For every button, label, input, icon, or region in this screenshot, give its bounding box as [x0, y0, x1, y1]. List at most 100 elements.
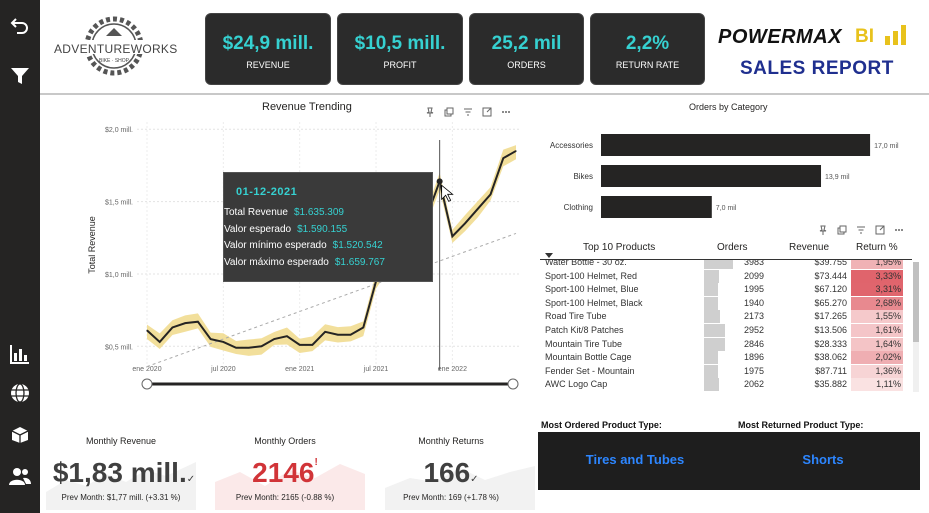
category-data-label: 17,0 mil — [874, 143, 899, 150]
box-icon[interactable] — [6, 421, 34, 447]
monthly-revenue-value: $1,83 mill.✓ — [44, 457, 204, 489]
tooltip-key: Valor esperado — [224, 224, 292, 235]
product-name-cell: Mountain Bottle Cage — [545, 352, 632, 363]
table-row[interactable]: AWC Logo Cap 2062 $35.882 1,11% — [540, 378, 912, 392]
orders-cell: 2099 — [743, 270, 764, 281]
col-header-revenue[interactable]: Revenue — [789, 242, 829, 253]
col-header-orders[interactable]: Orders — [717, 242, 748, 253]
revenue-point — [273, 338, 275, 340]
revenue-cell: $87.711 — [815, 365, 847, 376]
filter-lines-icon[interactable] — [856, 222, 866, 234]
product-name-cell: Patch Kit/8 Patches — [545, 325, 624, 335]
kpi-profit-card[interactable]: $10,5 mill. PROFIT — [337, 13, 463, 85]
table-row[interactable]: Fender Set - Mountain 1975 $87.711 1,36% — [540, 364, 912, 379]
copy-icon[interactable] — [837, 222, 847, 235]
check-icon: ✓ — [470, 474, 479, 485]
revenue-point — [260, 345, 263, 347]
return-rate-cell: 1,95% — [875, 260, 901, 267]
tooltip-value: $1.659.767 — [334, 257, 385, 268]
revenue-point — [349, 334, 352, 336]
revenue-cell: $39.755 — [814, 260, 847, 267]
kpi-orders-label: ORDERS — [507, 60, 546, 70]
kpi-revenue-card[interactable]: $24,9 mill. REVENUE — [205, 13, 331, 85]
table-row[interactable]: Sport-100 Helmet, Red 2099 $73.444 3,33% — [540, 269, 912, 284]
range-slider-start-handle[interactable] — [141, 378, 153, 390]
bar-chart-icon[interactable] — [6, 341, 34, 367]
pin-icon[interactable] — [818, 222, 828, 235]
revenue-cell: $13.506 — [814, 325, 847, 335]
revenue-cell: $73.444 — [814, 270, 847, 281]
table-row[interactable]: Road Tire Tube 2173 $17.265 1,55% — [540, 310, 912, 324]
brand-subtitle: SALES REPORT — [740, 58, 894, 79]
logo-subtext: BIKE · SHOP — [98, 58, 129, 64]
most-returned-value: Shorts — [802, 452, 844, 467]
table-scrollbar[interactable] — [913, 262, 919, 392]
category-bar[interactable] — [601, 165, 822, 187]
revenue-point — [286, 335, 288, 337]
col-header-return[interactable]: Return % — [856, 242, 898, 253]
return-rate-cell: 3,31% — [875, 284, 901, 295]
most-ordered-value: Tires and Tubes — [585, 452, 685, 467]
globe-icon[interactable] — [6, 380, 34, 406]
orders-by-category-chart[interactable]: Accessories 17,0 mil Bikes 13,9 mil Clothing… — [540, 125, 925, 225]
revenue-cell: $65.270 — [814, 297, 847, 308]
product-name-cell: Mountain Tire Tube — [545, 338, 623, 349]
y-tick-label: $1,0 mill. — [105, 272, 133, 279]
monthly-returns-prev: Prev Month: 169 (+1.78 %) — [403, 493, 499, 502]
monthly-orders-title: Monthly Orders — [254, 436, 316, 446]
table-row[interactable]: Water Bottle - 30 oz. 3983 $39.755 1,95% — [540, 260, 912, 270]
focus-mode-icon[interactable] — [875, 222, 885, 235]
most-returned-title: Most Returned Product Type: — [738, 420, 864, 430]
range-slider-end-handle[interactable] — [507, 378, 519, 390]
back-arrow-icon[interactable] — [6, 13, 34, 39]
product-name-cell: Water Bottle - 30 oz. — [545, 260, 627, 267]
orders-cell: 1896 — [743, 352, 764, 363]
table-row[interactable]: Mountain Bottle Cage 1896 $38.062 2,02% — [540, 351, 912, 365]
revenue-point — [235, 347, 237, 349]
table-header: Top 10 Products Orders Revenue Return % — [540, 241, 920, 259]
kpi-orders-value: 25,2 mil — [491, 33, 562, 54]
tooltip-key: Total Revenue — [224, 207, 288, 218]
tooltip-key: Valor máximo esperado — [224, 257, 329, 268]
revenue-point — [159, 341, 161, 343]
return-rate-cell: 1,64% — [875, 338, 901, 349]
table-row[interactable]: Mountain Tire Tube 2846 $28.333 1,64% — [540, 337, 912, 352]
dashboard: ADVENTUREWORKS BIKE · SHOP $24,9 mill. R… — [0, 0, 929, 513]
col-header-product[interactable]: Top 10 Products — [583, 242, 655, 253]
revenue-point — [171, 326, 174, 329]
kpi-profit-label: PROFIT — [383, 60, 417, 70]
table-body[interactable]: Water Bottle - 30 oz. 3983 $39.755 1,95% Spo… — [540, 260, 912, 392]
table-row[interactable]: Patch Kit/8 Patches 2952 $13.506 1,61% — [540, 324, 912, 338]
filter-icon[interactable] — [6, 63, 34, 89]
scrollbar-thumb[interactable] — [913, 262, 919, 342]
x-tick-label: ene 2020 — [132, 366, 161, 373]
monthly-orders-value: 2146! — [210, 457, 360, 489]
revenue-point — [184, 322, 186, 324]
more-options-icon[interactable] — [894, 222, 904, 232]
revenue-point — [489, 193, 492, 195]
revenue-point — [311, 344, 314, 346]
most-ordered-title: Most Ordered Product Type: — [541, 420, 662, 430]
orders-cell: 2846 — [743, 338, 764, 349]
orders-cell: 2062 — [743, 379, 764, 390]
table-row[interactable]: Sport-100 Helmet, Blue 1995 $67.120 3,31% — [540, 283, 912, 297]
monthly-orders-prev: Prev Month: 2165 (-0.88 %) — [235, 493, 335, 502]
table-row[interactable]: Sport-100 Helmet, Black 1940 $65.270 2,68% — [540, 296, 912, 311]
category-bar[interactable] — [601, 134, 871, 156]
logo-text: ADVENTUREWORKS — [54, 42, 178, 56]
revenue-point — [337, 334, 339, 336]
return-rate-cell: 2,68% — [875, 297, 901, 308]
kpi-orders-card[interactable]: 25,2 mil ORDERS — [469, 13, 584, 85]
revenue-point — [515, 150, 517, 152]
category-chart-title: Orders by Category — [689, 102, 768, 112]
kpi-return-rate-card[interactable]: 2,2% RETURN RATE — [590, 13, 705, 85]
category-bar[interactable] — [601, 196, 712, 218]
hover-point — [436, 178, 443, 185]
users-icon[interactable] — [6, 463, 34, 489]
orders-cell: 2173 — [743, 311, 764, 322]
orders-cell: 2952 — [743, 325, 764, 335]
category-label: Bikes — [573, 172, 593, 181]
revenue-cell: $67.120 — [814, 284, 847, 295]
orders-cell: 1975 — [743, 365, 764, 376]
kpi-revenue-value: $24,9 mill. — [222, 33, 314, 54]
